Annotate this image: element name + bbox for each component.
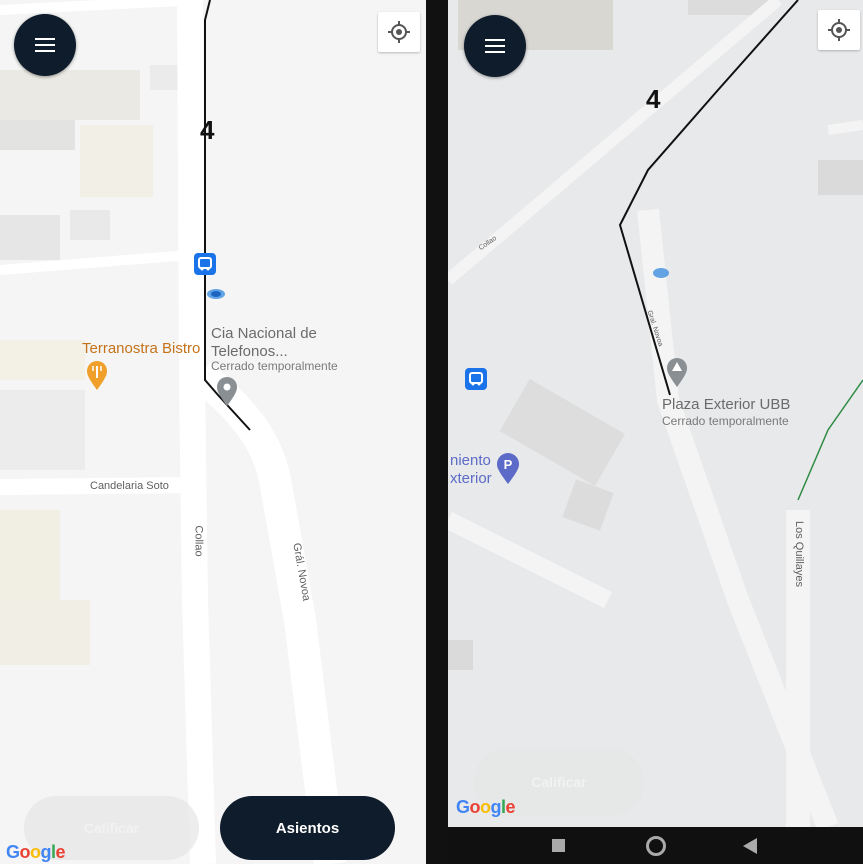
restaurant-label[interactable]: Terranostra Bistro [82, 340, 200, 357]
parking-label-line2[interactable]: xterior [450, 470, 492, 488]
triangle-back-icon[interactable] [743, 838, 757, 854]
route-number-label-right: 4 [646, 84, 661, 114]
place-status-label-right: Cerrado temporalmente [662, 414, 789, 428]
menu-button-right[interactable] [464, 15, 526, 77]
left-map-panel[interactable]: 4 Terranostra Bistro Cia Nacional de Tel… [0, 0, 426, 864]
seats-button[interactable]: Asientos [220, 796, 395, 860]
right-map-canvas[interactable] [448, 0, 863, 827]
bus-glyph [198, 257, 212, 271]
parking-pin-icon[interactable]: P [496, 453, 520, 485]
place-pin-icon[interactable] [216, 377, 238, 407]
my-location-icon [828, 19, 850, 41]
screen-divider [426, 0, 448, 864]
restaurant-pin-icon[interactable] [86, 361, 108, 391]
bus-stop-icon[interactable] [194, 253, 216, 275]
hamburger-menu-icon [485, 39, 505, 53]
svg-text:P: P [504, 457, 513, 472]
menu-button[interactable] [14, 14, 76, 76]
right-map-panel[interactable]: 4 Plaza Exterior UBB Cerrado temporalmen… [448, 0, 863, 827]
bus-glyph [469, 372, 483, 386]
place-status-label: Cerrado temporalmente [211, 359, 338, 373]
bus-stop-icon-right[interactable] [465, 368, 487, 390]
android-nav-bar [448, 827, 863, 864]
parking-label-line1[interactable]: niento [450, 452, 491, 470]
place-name-label[interactable]: Cia Nacional de Telefonos... [211, 325, 331, 361]
street-label-collao: Collao [192, 525, 205, 557]
route-number-label: 4 [200, 115, 215, 145]
circle-icon[interactable] [646, 836, 666, 856]
square-icon[interactable] [552, 839, 565, 852]
street-label-candelaria: Candelaria Soto [90, 480, 169, 492]
my-location-button[interactable] [378, 12, 420, 52]
place-name-label-right[interactable]: Plaza Exterior UBB [662, 396, 790, 414]
google-logo-right: Google [456, 797, 516, 817]
my-location-button-right[interactable] [818, 10, 860, 50]
my-location-icon [388, 21, 410, 43]
hamburger-menu-icon [35, 38, 55, 52]
street-label-quillayes: Los Quillayes [793, 520, 806, 588]
google-logo: Google [6, 842, 66, 862]
park-pin-icon[interactable] [666, 358, 688, 388]
